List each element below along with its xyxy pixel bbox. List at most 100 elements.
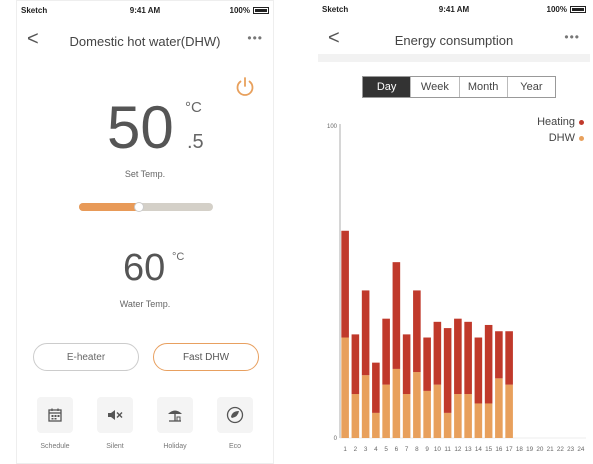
- page-title: Energy consumption: [394, 33, 514, 48]
- bar-heating: [484, 324, 493, 404]
- battery-icon: [570, 6, 586, 13]
- bar-dhw: [341, 337, 349, 438]
- energy-consumption-screen: Sketch 9:41 AM 100% < Energy consumption…: [318, 0, 590, 464]
- temperature-slider[interactable]: [79, 202, 213, 212]
- tab-year[interactable]: Year: [506, 77, 555, 97]
- header-divider: [318, 54, 590, 62]
- bar-dhw: [402, 394, 411, 438]
- water-temp-unit: °C: [172, 251, 185, 263]
- battery-status: 100%: [230, 6, 269, 15]
- more-icon[interactable]: •••: [247, 31, 263, 45]
- status-bar: Sketch 9:41 AM 100%: [318, 0, 590, 18]
- battery-icon: [253, 7, 269, 14]
- x-tick-label: 21: [547, 446, 555, 453]
- bottom-function-bar: Schedule Silent Holiday Eco: [17, 397, 273, 459]
- bar-dhw: [484, 403, 493, 438]
- calendar-icon: [37, 397, 73, 433]
- bar-heating: [505, 331, 513, 385]
- eco-label: Eco: [228, 443, 242, 450]
- battery-percent: 100%: [229, 6, 250, 15]
- holiday-label: Holiday: [163, 443, 187, 450]
- bar-heating: [495, 331, 503, 379]
- x-tick-label: 19: [526, 446, 534, 453]
- x-tick-label: 16: [495, 446, 503, 453]
- energy-bar-chart: 10001 2 3 4 5 6 7 8 9 10 11 12 13 14 15 16 17 18 19 20 21 22 2…: [327, 124, 586, 453]
- x-tick-label: 9: [425, 446, 429, 453]
- bar-heating: [341, 230, 349, 338]
- bar-dhw: [474, 403, 483, 438]
- schedule-label: Schedule: [40, 443, 70, 450]
- page-title: Domestic hot water(DHW): [69, 34, 221, 49]
- x-tick-label: 4: [374, 446, 378, 453]
- bar-dhw: [495, 378, 503, 438]
- schedule-button[interactable]: Schedule: [29, 397, 81, 459]
- bar-dhw: [382, 384, 390, 438]
- bar-heating: [413, 290, 421, 373]
- bar-heating: [464, 321, 472, 395]
- x-tick-label: 17: [506, 446, 514, 453]
- silent-label: Silent: [106, 443, 124, 450]
- leaf-icon: [217, 397, 253, 433]
- x-tick-label: 12: [454, 446, 462, 453]
- set-temperature: 50 °C .5: [17, 93, 273, 163]
- x-tick-label: 11: [444, 446, 451, 453]
- speaker-mute-icon: [97, 397, 133, 433]
- bar-dhw: [454, 394, 462, 438]
- bar-dhw: [443, 412, 452, 438]
- x-tick-label: 1: [343, 446, 347, 453]
- bar-heating: [392, 262, 401, 369]
- y-tick-label: 100: [327, 124, 338, 130]
- y-tick-label: 0: [334, 436, 338, 442]
- bar-heating: [361, 290, 370, 376]
- bar-dhw: [372, 412, 380, 438]
- fast-dhw-button[interactable]: Fast DHW: [153, 343, 259, 371]
- battery-percent: 100%: [546, 5, 567, 14]
- bar-dhw: [464, 394, 472, 438]
- set-temp-value: 50: [107, 94, 174, 161]
- bar-heating: [423, 337, 431, 391]
- set-temp-unit: °C: [185, 99, 202, 116]
- x-tick-label: 13: [465, 446, 473, 453]
- bar-heating: [474, 337, 483, 404]
- x-tick-label: 3: [364, 446, 368, 453]
- x-tick-label: 6: [395, 446, 399, 453]
- bar-heating: [351, 334, 360, 395]
- bar-dhw: [351, 394, 360, 438]
- eco-button[interactable]: Eco: [209, 397, 261, 459]
- bar-heating: [402, 334, 411, 395]
- x-tick-label: 14: [475, 446, 483, 453]
- set-temp-label: Set Temp.: [124, 169, 166, 179]
- x-tick-label: 23: [567, 446, 575, 453]
- bar-dhw: [413, 372, 421, 438]
- bar-heating: [454, 318, 462, 395]
- x-tick-label: 8: [415, 446, 419, 453]
- slider-thumb[interactable]: [134, 202, 145, 212]
- x-tick-label: 18: [516, 446, 524, 453]
- tab-month[interactable]: Month: [458, 77, 507, 97]
- more-icon[interactable]: •••: [564, 30, 580, 44]
- holiday-button[interactable]: Holiday: [149, 397, 201, 459]
- water-temp-value: 60: [123, 247, 166, 289]
- set-temp-decimal: .5: [187, 131, 204, 153]
- nav-bar: < Energy consumption •••: [318, 24, 590, 54]
- slider-fill: [79, 203, 140, 211]
- x-tick-label: 5: [384, 446, 388, 453]
- x-tick-label: 10: [434, 446, 442, 453]
- tab-week[interactable]: Week: [410, 77, 458, 97]
- status-bar: Sketch 9:41 AM 100%: [17, 1, 273, 19]
- x-tick-label: 22: [557, 446, 565, 453]
- nav-bar: < Domestic hot water(DHW) •••: [17, 25, 273, 55]
- silent-button[interactable]: Silent: [89, 397, 141, 459]
- tab-day[interactable]: Day: [363, 77, 411, 97]
- water-temperature: 60 °C: [17, 245, 273, 295]
- bar-dhw: [433, 384, 442, 438]
- x-tick-label: 20: [536, 446, 544, 453]
- bar-dhw: [361, 375, 370, 438]
- x-tick-label: 24: [577, 446, 585, 453]
- bar-dhw: [392, 368, 401, 438]
- water-temp-label: Water Temp.: [119, 299, 171, 309]
- x-tick-label: 15: [485, 446, 493, 453]
- bar-heating: [372, 362, 380, 413]
- beach-umbrella-icon: [157, 397, 193, 433]
- e-heater-button[interactable]: E-heater: [33, 343, 139, 371]
